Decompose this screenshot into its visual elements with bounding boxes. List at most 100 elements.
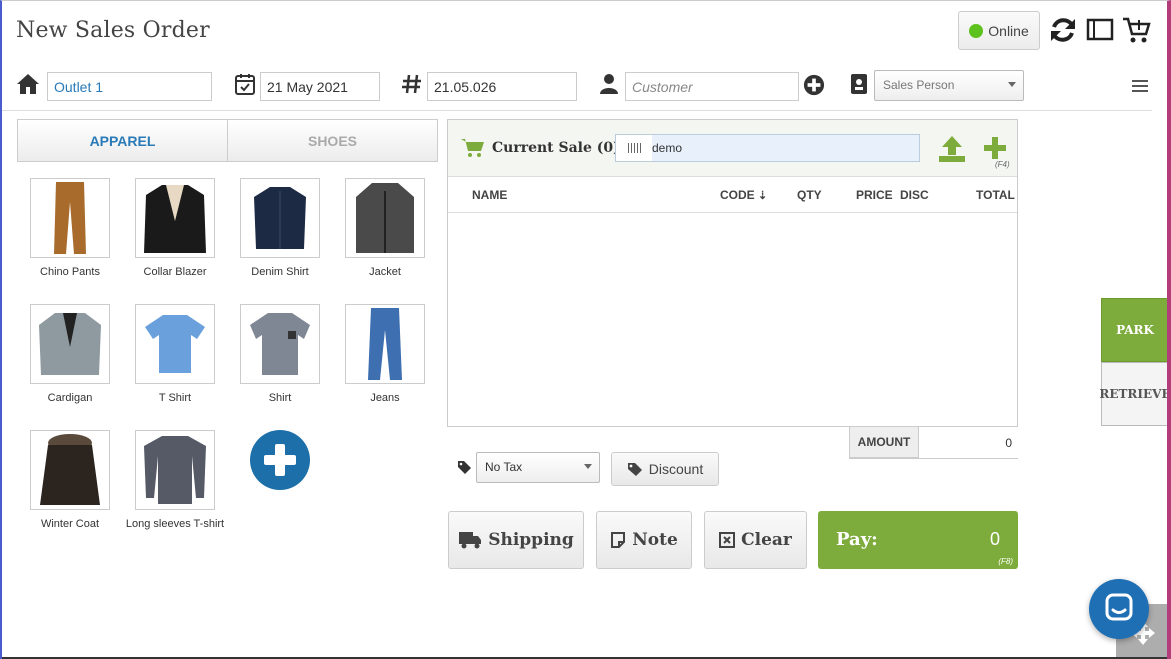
status-dot-icon [969,23,984,38]
product-tile[interactable]: Jeans [335,304,435,404]
menu-icon[interactable] [1132,77,1148,95]
product-tile[interactable]: Long sleeves T-shirt [125,430,225,530]
product-tile[interactable]: Shirt [230,304,330,404]
product-name: Chino Pants [40,266,100,278]
add-customer-icon[interactable] [803,74,825,96]
product-thumbnail [135,430,215,510]
clear-box-icon [719,532,736,548]
online-status-button[interactable]: Online [958,11,1040,50]
product-name: Denim Shirt [251,266,309,278]
pay-button[interactable]: Pay: 0 (F8) [818,511,1018,569]
longsleeve-icon [144,436,206,504]
tax-selected-label: No Tax [485,460,523,474]
sales-person-select[interactable]: Sales Person [874,70,1024,101]
hash-icon [402,74,421,94]
product-tile[interactable]: Denim Shirt [230,178,330,278]
customer-input[interactable]: Customer [625,72,799,101]
sale-table-header: NAME CODE ⇣ QTY PRICE DISC TOTAL [448,177,1017,213]
product-tile[interactable]: Collar Blazer [125,178,225,278]
tax-select[interactable]: No Tax [476,452,600,483]
app-window: New Sales Order Online Outlet 1 21 May 2… [0,0,1171,659]
add-item-icon[interactable] [983,136,1007,160]
product-search-value: demo [652,141,683,155]
chevron-down-icon [1008,82,1016,87]
chat-launcher-button[interactable] [1089,579,1149,639]
product-tile[interactable]: Cardigan [20,304,120,404]
outlet-field[interactable]: Outlet 1 [47,72,212,101]
sync-icon[interactable] [1048,15,1078,45]
date-field[interactable]: 21 May 2021 [260,72,380,101]
shipping-label: Shipping [488,530,574,550]
col-qty[interactable]: QTY [797,188,822,202]
product-tile[interactable]: Chino Pants [20,178,120,278]
product-name: Jeans [370,392,400,404]
truck-icon [459,532,482,549]
retrieve-button[interactable]: RETRIEVE [1099,362,1167,426]
calendar-check-icon [235,74,255,95]
col-price[interactable]: PRICE [856,188,893,202]
product-name: Long sleeves T-shirt [125,518,225,530]
product-thumbnail [345,304,425,384]
shipping-button[interactable]: Shipping [448,511,584,569]
category-tabs: APPAREL SHOES [17,119,438,162]
coat-icon [40,434,100,505]
receipt-icon[interactable] [1085,15,1115,45]
col-code[interactable]: CODE ⇣ [720,188,767,202]
chat-icon [1105,593,1133,621]
add-item-shortcut: (F4) [995,160,1010,169]
product-thumbnail [30,304,110,384]
col-name[interactable]: NAME [472,188,507,202]
order-toolbar: Outlet 1 21 May 2021 21.05.026 Customer [2,65,1152,111]
pay-label: Pay: [836,529,878,550]
product-name: Cardigan [47,392,93,404]
product-name: T Shirt [158,392,192,404]
online-status-label: Online [988,22,1029,39]
col-total[interactable]: TOTAL [976,188,1015,202]
jacket-icon [356,183,414,253]
home-icon [17,74,39,94]
note-button[interactable]: Note [596,511,692,569]
order-number-field[interactable]: 21.05.026 [427,72,577,101]
chevron-down-icon [584,464,592,469]
cardigan-icon [39,313,101,375]
cart-icon[interactable] [1121,15,1151,45]
product-tile[interactable]: Jacket [335,178,435,278]
product-name: Shirt [268,392,292,404]
page-title: New Sales Order [16,18,210,43]
product-thumbnail [30,430,110,510]
clear-label: Clear [741,530,792,550]
current-sale-title: Current Sale (0) [492,140,620,156]
product-name: Collar Blazer [143,266,207,278]
tab-apparel[interactable]: APPAREL [18,120,227,161]
add-product-button[interactable] [250,430,310,490]
current-sale-panel: Current Sale (0) demo (F4) NAME CODE ⇣ Q… [447,119,1018,427]
tag-icon [627,463,642,476]
product-thumbnail [30,178,110,258]
pants-icon [54,182,86,254]
shirt-icon [250,313,310,375]
tab-shoes[interactable]: SHOES [227,120,437,161]
col-code-label: CODE [720,188,755,202]
sales-person-label: Sales Person [883,78,955,92]
product-search-input[interactable]: demo [615,134,920,162]
product-thumbnail [135,178,215,258]
park-button[interactable]: PARK [1101,298,1167,362]
shirt-icon [254,187,306,249]
product-tile[interactable]: T Shirt [125,304,225,404]
amount-value: 0 [1005,435,1012,450]
pay-amount: 0 [989,529,1000,549]
col-disc[interactable]: DISC [900,188,929,202]
product-tile[interactable]: Winter Coat [20,430,120,530]
note-label: Note [632,530,678,550]
product-thumbnail [240,304,320,384]
tshirt-icon [145,315,205,373]
discount-button[interactable]: Discount [611,452,719,486]
clear-button[interactable]: Clear [704,511,807,569]
jeans-icon [368,308,402,380]
note-icon [611,532,626,548]
product-thumbnail [345,178,425,258]
upload-icon[interactable] [938,135,966,163]
product-thumbnail [135,304,215,384]
pay-shortcut: (F8) [998,557,1013,566]
product-thumbnail [240,178,320,258]
